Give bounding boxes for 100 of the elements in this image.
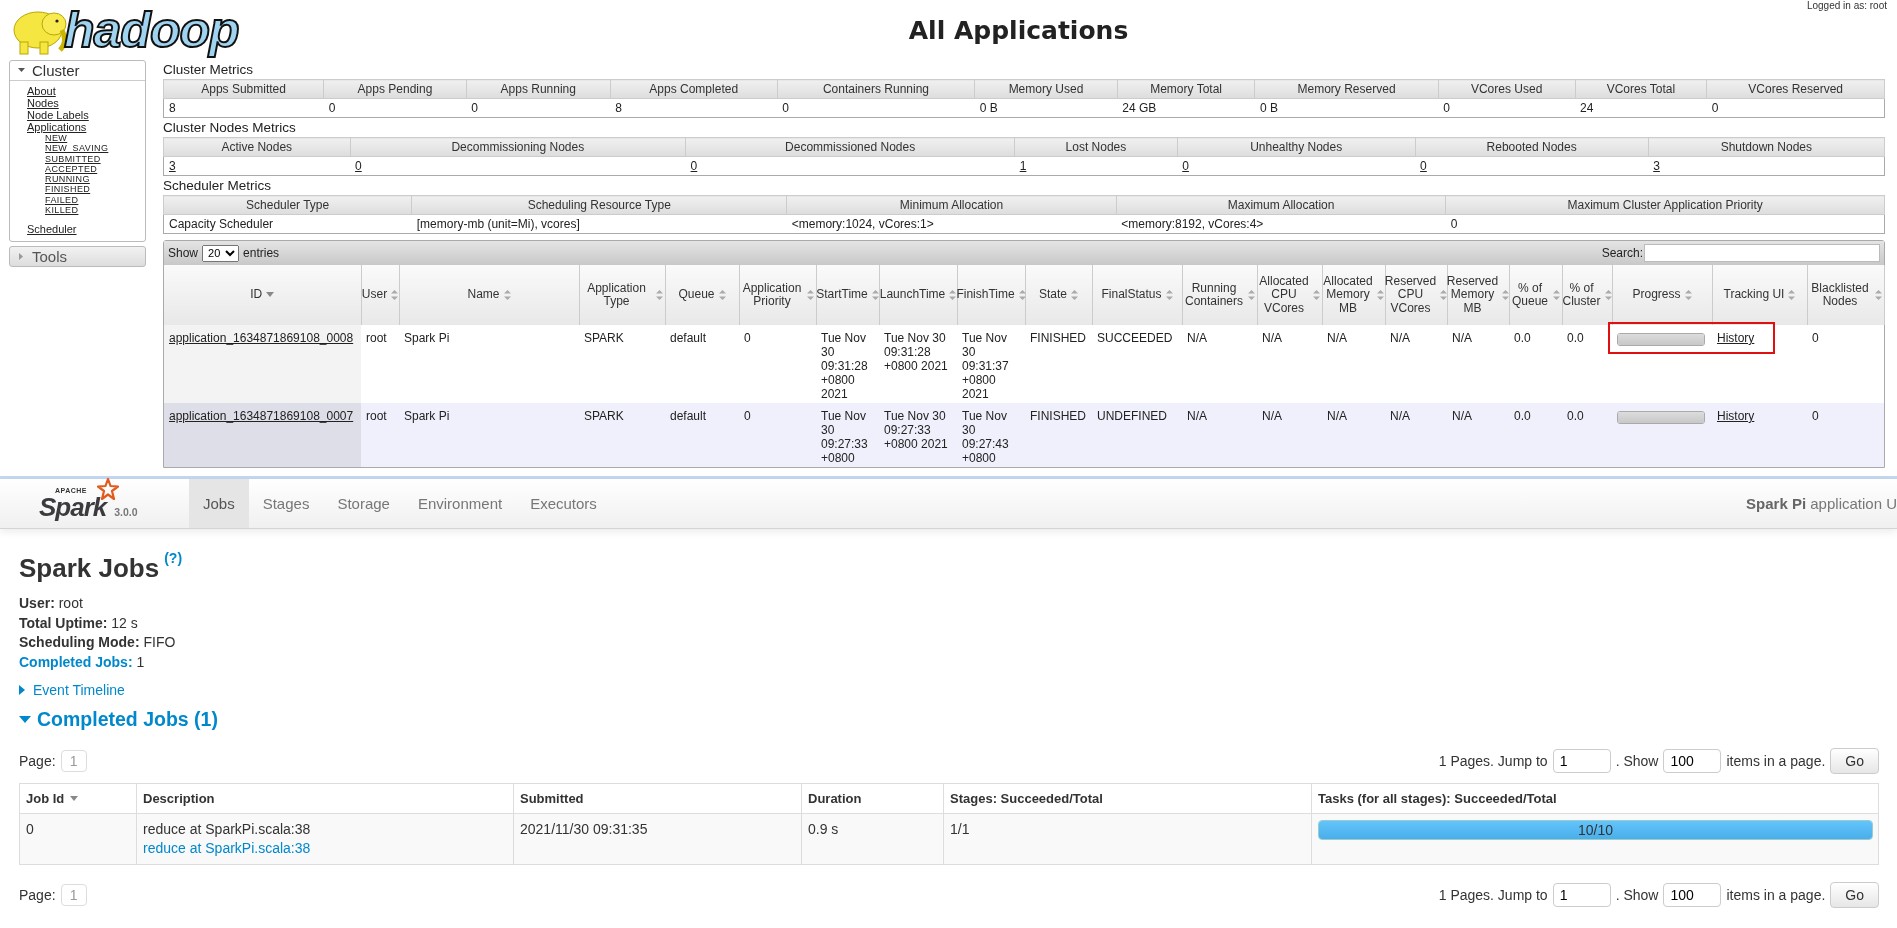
- page-size-field[interactable]: 100: [1663, 749, 1722, 773]
- column-header[interactable]: User: [361, 265, 399, 325]
- search-field[interactable]: [1644, 244, 1880, 262]
- column-header: Maximum Allocation: [1116, 195, 1446, 215]
- metric-link[interactable]: 0: [355, 159, 362, 173]
- column-header[interactable]: FinalStatus: [1092, 265, 1182, 325]
- sidebar-link[interactable]: Scheduler: [27, 223, 77, 236]
- sidebar-header[interactable]: Cluster: [10, 61, 145, 81]
- column-header[interactable]: Submitted: [513, 783, 802, 814]
- jump-to-field[interactable]: 1: [1552, 883, 1611, 907]
- metric-value: 8: [163, 98, 324, 118]
- column-header[interactable]: Queue: [665, 265, 739, 325]
- column-header[interactable]: LaunchTime: [879, 265, 957, 325]
- nav-tab[interactable]: Storage: [323, 479, 404, 528]
- nav-tab[interactable]: Stages: [248, 479, 324, 528]
- sidebar-sublink[interactable]: NEW: [45, 133, 68, 144]
- nav-tab[interactable]: Jobs: [189, 479, 249, 528]
- sidebar-link[interactable]: About: [27, 85, 56, 97]
- column-header: VCores Used: [1438, 79, 1576, 99]
- event-timeline-link[interactable]: Event Timeline: [33, 682, 125, 698]
- sidebar-sublink[interactable]: KILLED: [45, 205, 79, 216]
- column-header: Memory Used: [974, 79, 1118, 99]
- table-cell: N/A: [1322, 403, 1385, 467]
- table-cell: N/A: [1322, 325, 1385, 403]
- application-link[interactable]: application_1634871869108_0008: [169, 331, 354, 345]
- column-header: Apps Submitted: [163, 79, 324, 99]
- sidebar-sublink[interactable]: FINISHED: [45, 184, 91, 195]
- table-cell: N/A: [1182, 403, 1257, 467]
- column-header[interactable]: Name: [399, 265, 579, 325]
- column-header[interactable]: ID: [164, 265, 361, 325]
- column-header[interactable]: % of Queue: [1509, 265, 1562, 325]
- section-title: Scheduler Metrics: [163, 177, 273, 194]
- logo-text: hadoop: [64, 4, 239, 56]
- description-text: reduce at SparkPi.scala:38: [143, 820, 312, 839]
- history-link[interactable]: History: [1717, 331, 1755, 345]
- description-link[interactable]: reduce at SparkPi.scala:38: [143, 840, 311, 856]
- sidebar-sublink[interactable]: SUBMITTED: [45, 153, 101, 164]
- metric-value: 0: [777, 98, 975, 118]
- column-header[interactable]: Allocated Memory MB: [1322, 265, 1385, 325]
- table-cell: Spark Pi: [399, 403, 579, 467]
- sidebar-link[interactable]: Node Labels: [27, 109, 89, 121]
- column-header[interactable]: Stages: Succeeded/Total: [943, 783, 1312, 814]
- help-link[interactable]: (?): [164, 550, 183, 566]
- metric-value: 0: [1706, 98, 1885, 118]
- table-cell: 0.0: [1509, 325, 1562, 403]
- column-header[interactable]: State: [1025, 265, 1092, 325]
- sidebar-sublink[interactable]: NEW_SAVING: [45, 143, 109, 154]
- column-header[interactable]: Tracking UI: [1712, 265, 1807, 325]
- column-header[interactable]: FinishTime: [957, 265, 1025, 325]
- table-cell: N/A: [1385, 325, 1447, 403]
- column-header[interactable]: Progress: [1612, 265, 1712, 325]
- column-header[interactable]: Job Id: [19, 783, 137, 814]
- info-link[interactable]: Completed Jobs: 1: [19, 652, 145, 672]
- column-header: Scheduler Type: [163, 195, 412, 215]
- column-header[interactable]: % of Cluster: [1562, 265, 1612, 325]
- column-header: Maximum Cluster Application Priority: [1445, 195, 1885, 215]
- column-header[interactable]: Application Type: [579, 265, 665, 325]
- metric-value: 0: [466, 98, 611, 118]
- column-header[interactable]: StartTime: [816, 265, 879, 325]
- metric-link[interactable]: 0: [1420, 159, 1427, 173]
- history-link[interactable]: History: [1717, 409, 1755, 423]
- column-header[interactable]: Reserved Memory MB: [1447, 265, 1509, 325]
- column-header[interactable]: Running Containers: [1182, 265, 1257, 325]
- jump-to-field[interactable]: 1: [1552, 749, 1611, 773]
- metric-link[interactable]: 0: [690, 159, 698, 173]
- show-label: Show: [168, 246, 199, 260]
- table-cell: N/A: [1257, 403, 1322, 467]
- nav-tab[interactable]: Executors: [516, 479, 611, 528]
- go-button[interactable]: Go: [1830, 748, 1879, 774]
- table-cell: root: [361, 325, 399, 403]
- table-cell: UNDEFINED: [1092, 403, 1182, 467]
- column-header[interactable]: Tasks (for all stages): Succeeded/Total: [1311, 783, 1879, 814]
- metric-link[interactable]: 0: [1182, 159, 1189, 173]
- metric-value: <memory:1024, vCores:1>: [786, 214, 1117, 234]
- table-cell: N/A: [1182, 325, 1257, 403]
- column-header[interactable]: Blacklisted Nodes: [1807, 265, 1884, 325]
- go-button[interactable]: Go: [1830, 882, 1879, 908]
- column-header: Decommissioned Nodes: [685, 137, 1015, 157]
- column-header[interactable]: Description: [136, 783, 514, 814]
- sidebar-header[interactable]: Tools: [10, 247, 145, 267]
- metric-link[interactable]: 3: [1653, 159, 1660, 173]
- items-label: items in a page.: [1726, 753, 1826, 769]
- column-header: Rebooted Nodes: [1415, 137, 1649, 157]
- sidebar-link[interactable]: Nodes: [27, 97, 59, 109]
- metric-link[interactable]: 1: [1019, 159, 1027, 173]
- show-label: . Show: [1615, 887, 1659, 903]
- sidebar-sublink[interactable]: ACCEPTED: [45, 163, 98, 175]
- sidebar-sublink[interactable]: RUNNING: [45, 174, 90, 185]
- page-size-select[interactable]: 20: [202, 244, 240, 262]
- column-header[interactable]: Reserved CPU VCores: [1385, 265, 1447, 325]
- nav-tab[interactable]: Environment: [403, 479, 517, 528]
- table-cell: N/A: [1447, 325, 1509, 403]
- section-heading-link[interactable]: Completed Jobs (1): [37, 708, 218, 731]
- sidebar-sublink[interactable]: FAILED: [45, 194, 79, 206]
- column-header[interactable]: Allocated CPU VCores: [1257, 265, 1322, 325]
- sidebar-link[interactable]: Applications: [27, 121, 87, 133]
- column-header[interactable]: Application Priority: [739, 265, 816, 325]
- column-header[interactable]: Duration: [801, 783, 944, 814]
- page-size-field[interactable]: 100: [1663, 883, 1722, 907]
- metric-link[interactable]: 3: [169, 159, 176, 173]
